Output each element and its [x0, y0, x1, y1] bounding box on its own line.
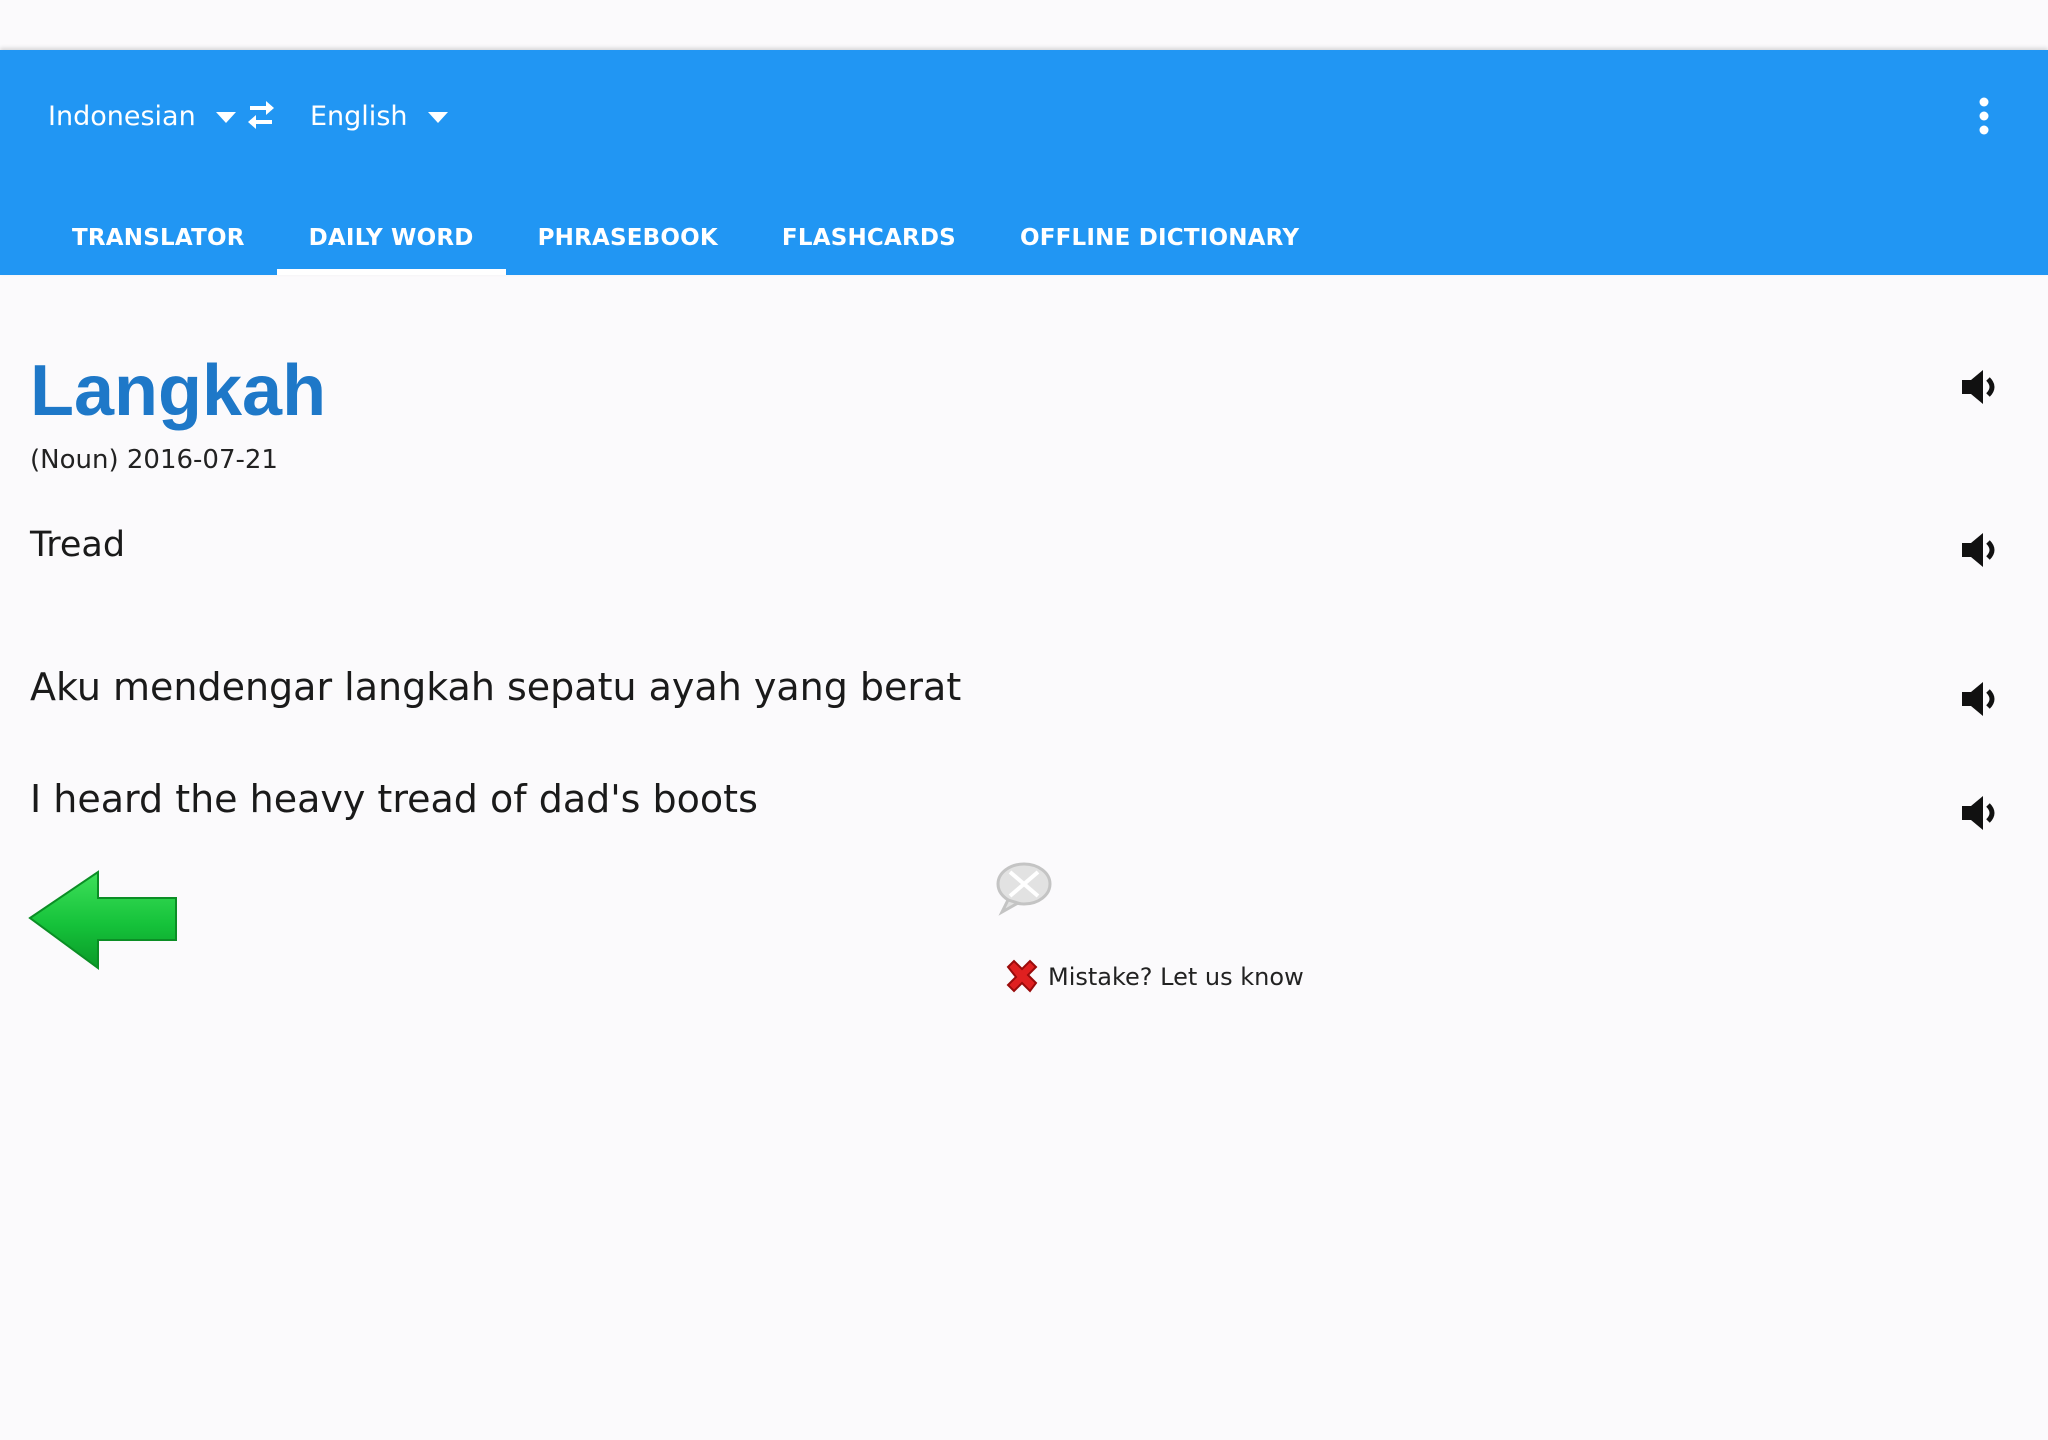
tab-daily-word[interactable]: DAILY WORD [276, 200, 506, 275]
tab-label: OFFLINE DICTIONARY [1019, 224, 1300, 251]
red-x-icon [1006, 959, 1038, 993]
app-bar: Indonesian English TRANSLATOR DAILY WORD… [0, 50, 2048, 275]
speaker-icon[interactable] [1958, 365, 2002, 409]
swap-languages-icon[interactable] [240, 94, 282, 136]
source-language-label: Indonesian [48, 100, 196, 132]
speaker-icon[interactable] [1958, 677, 2002, 721]
chevron-down-icon [427, 111, 448, 123]
tab-label: DAILY WORD [308, 224, 474, 251]
speaker-icon[interactable] [1958, 528, 2002, 572]
chat-bubble-icon[interactable] [994, 860, 1054, 916]
daily-word-content: Langkah (Noun) 2016-07-21 Tread Aku mend… [0, 275, 2048, 1440]
daily-word-title: Langkah [30, 351, 327, 431]
chevron-down-icon [215, 111, 236, 123]
tab-bar: TRANSLATOR DAILY WORD PHRASEBOOK FLASHCA… [0, 200, 1331, 275]
tab-label: PHRASEBOOK [537, 224, 718, 251]
example-sentence-source: Aku mendengar langkah sepatu ayah yang b… [30, 665, 962, 709]
tab-translator[interactable]: TRANSLATOR [0, 200, 277, 275]
report-mistake-label: Mistake? Let us know [1048, 963, 1304, 991]
tab-flashcards[interactable]: FLASHCARDS [750, 200, 988, 275]
tab-label: FLASHCARDS [781, 224, 956, 251]
tab-label: TRANSLATOR [72, 224, 245, 251]
word-part-of-speech-date: (Noun) 2016-07-21 [30, 445, 278, 475]
language-selector-row: Indonesian English [0, 50, 2048, 180]
word-meaning: Tread [30, 525, 126, 565]
speaker-icon[interactable] [1958, 791, 2002, 835]
green-back-arrow-icon[interactable] [28, 870, 178, 970]
status-bar [0, 0, 2048, 50]
source-language-dropdown[interactable]: Indonesian [48, 92, 236, 140]
target-language-dropdown[interactable]: English [310, 92, 448, 140]
report-mistake-link[interactable]: Mistake? Let us know [1000, 955, 1304, 999]
more-vert-icon[interactable] [1960, 92, 2008, 140]
target-language-label: English [310, 100, 408, 132]
tab-offline-dictionary[interactable]: OFFLINE DICTIONARY [988, 200, 1331, 275]
example-sentence-translation: I heard the heavy tread of dad's boots [30, 777, 758, 821]
tab-phrasebook[interactable]: PHRASEBOOK [506, 200, 750, 275]
